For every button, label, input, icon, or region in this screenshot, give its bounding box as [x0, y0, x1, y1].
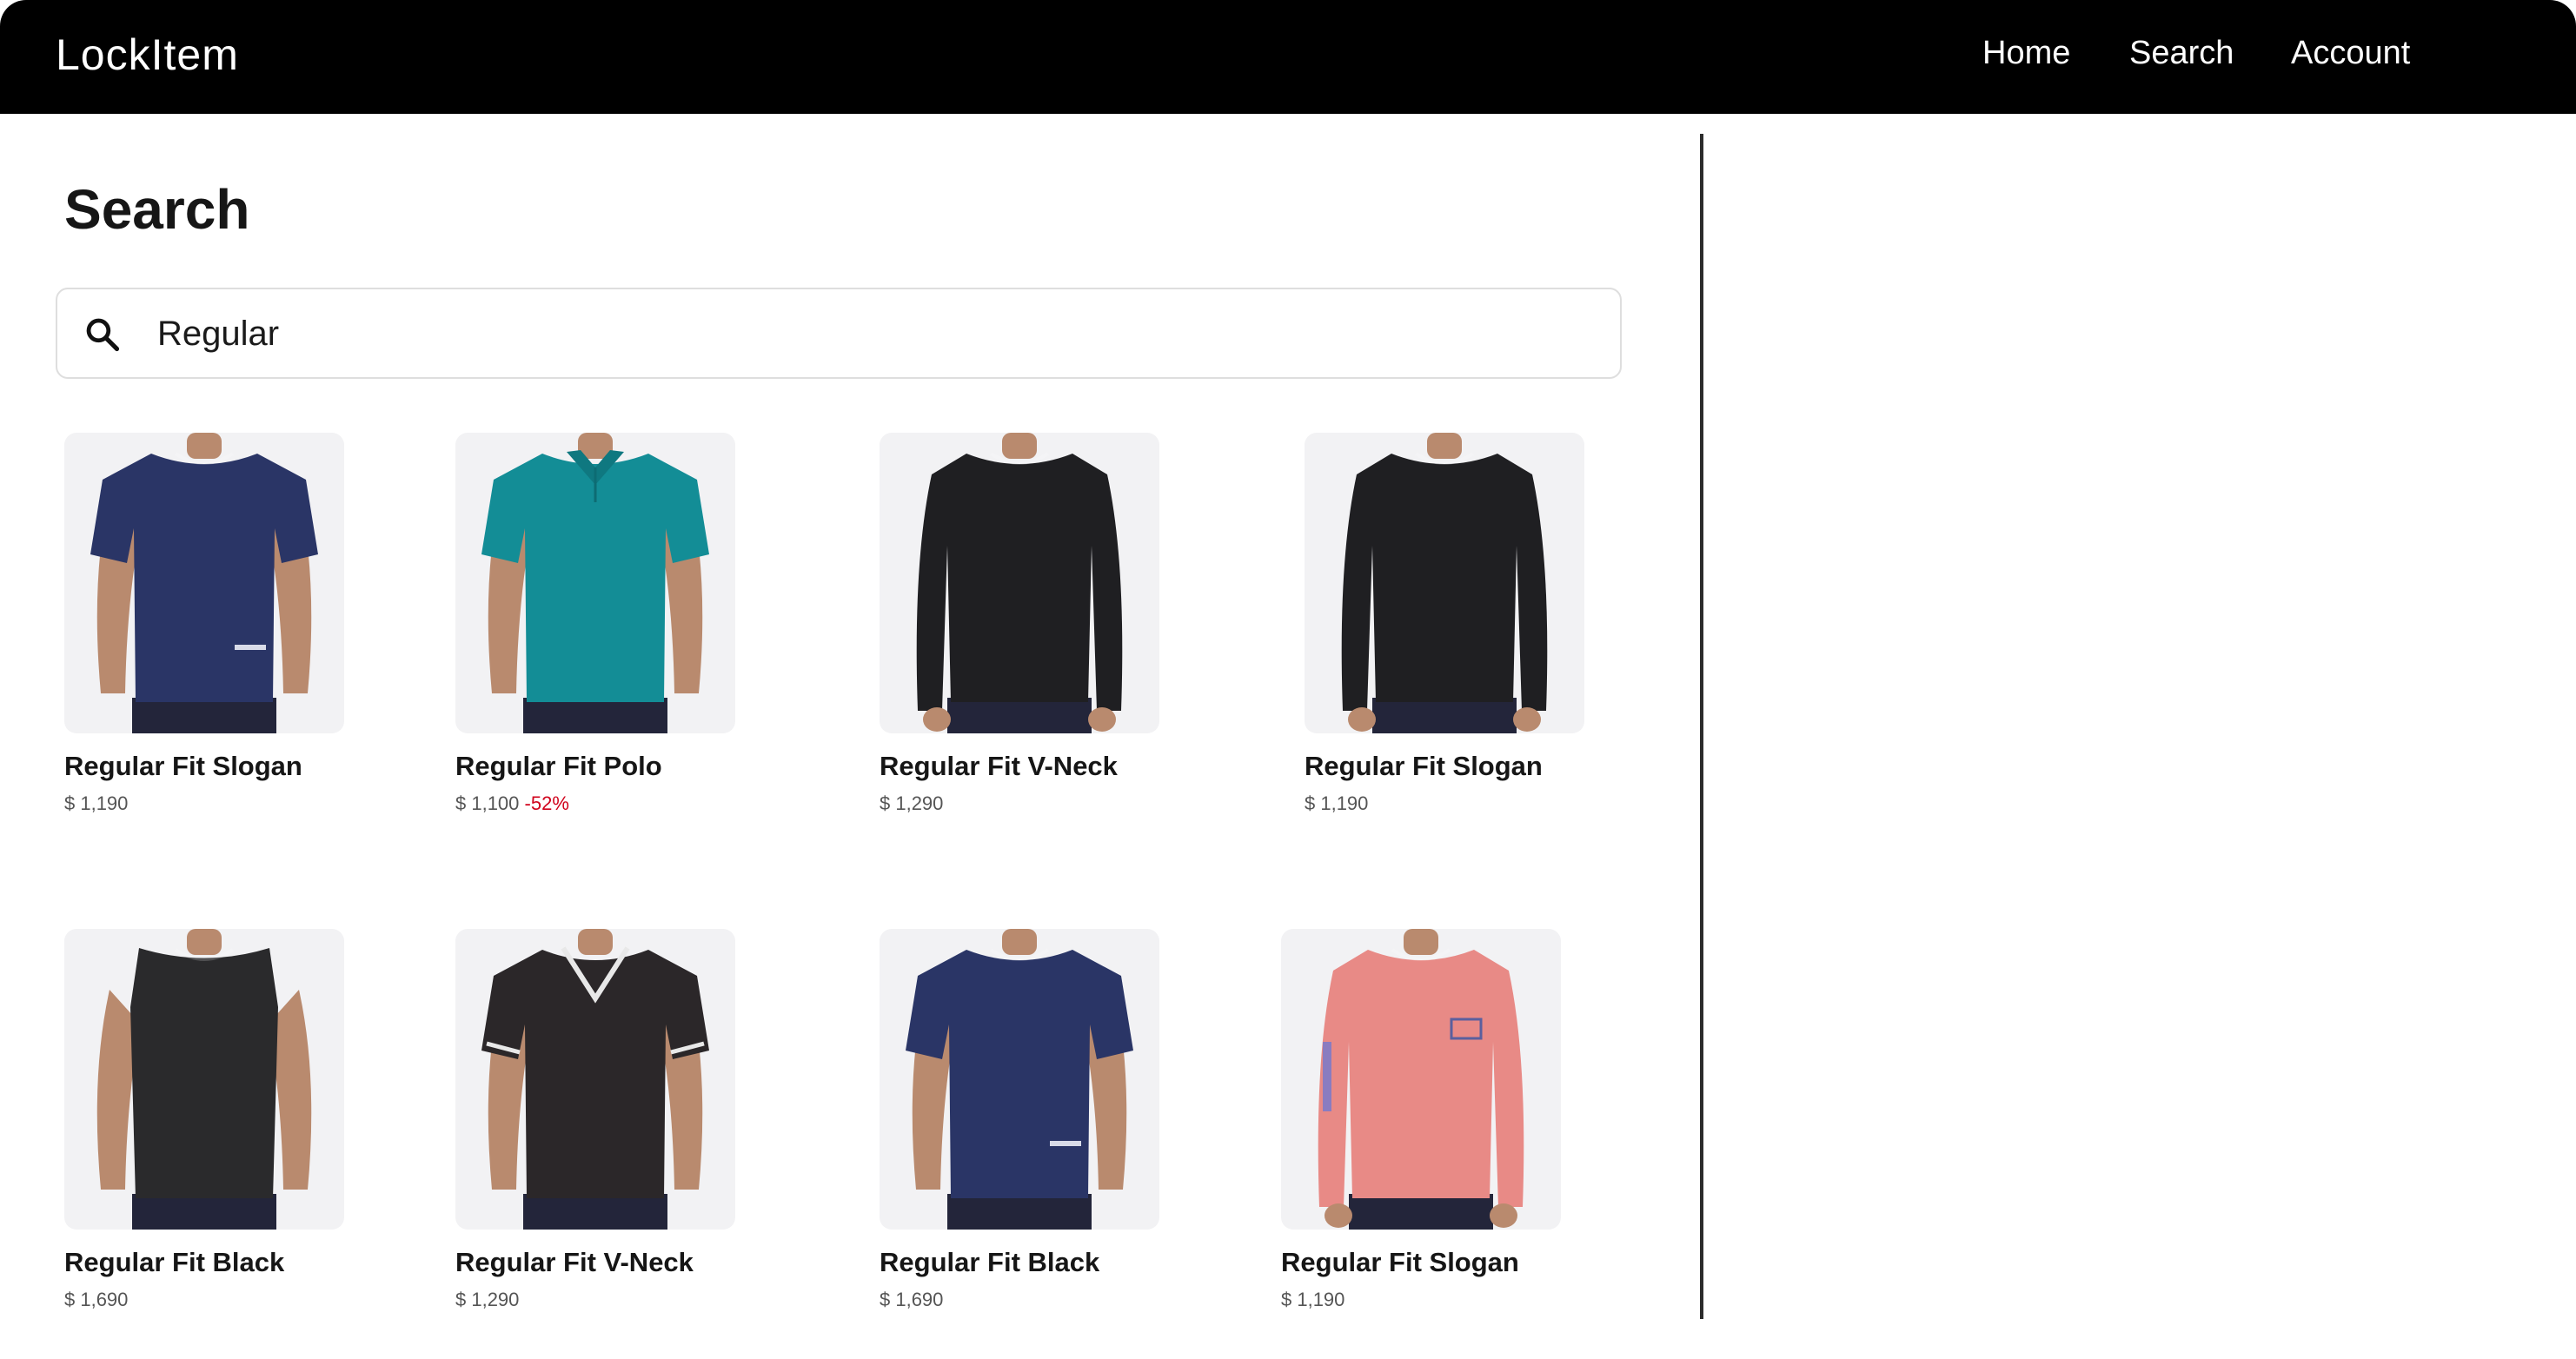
product-name[interactable]: Regular Fit V-Neck [455, 1247, 742, 1278]
product-name[interactable]: Regular Fit Black [64, 1247, 351, 1278]
product-image[interactable] [880, 433, 1159, 733]
product-image[interactable] [1281, 929, 1561, 1230]
product-name[interactable]: Regular Fit Slogan [1305, 751, 1591, 782]
product-price-row: $ 1,190 [1305, 792, 1591, 815]
product-image[interactable] [1305, 433, 1584, 733]
product-price-row: $ 1,190 [64, 792, 351, 815]
product-price: $ 1,290 [455, 1289, 520, 1310]
product-price: $ 1,190 [1281, 1289, 1345, 1310]
product-name[interactable]: Regular Fit Black [880, 1247, 1166, 1278]
product-price-row: $ 1,100 -52% [455, 792, 742, 815]
product-price: $ 1,690 [880, 1289, 944, 1310]
product-price-row: $ 1,290 [455, 1289, 742, 1311]
product-name[interactable]: Regular Fit Slogan [1281, 1247, 1568, 1278]
search-box[interactable] [56, 288, 1622, 379]
product-card[interactable]: Regular Fit Black $ 1,690 [880, 929, 1166, 1311]
product-card[interactable]: Regular Fit Slogan $ 1,190 [1305, 433, 1591, 815]
vertical-divider [1700, 134, 1703, 1319]
product-card[interactable]: Regular Fit Slogan $ 1,190 [1281, 929, 1568, 1311]
product-price: $ 1,190 [64, 792, 129, 814]
product-image[interactable] [64, 929, 344, 1230]
product-name[interactable]: Regular Fit V-Neck [880, 751, 1166, 782]
product-image[interactable] [455, 929, 735, 1230]
product-name[interactable]: Regular Fit Polo [455, 751, 742, 782]
product-name[interactable]: Regular Fit Slogan [64, 751, 351, 782]
product-card[interactable]: Regular Fit Black $ 1,690 [64, 929, 351, 1311]
product-price-row: $ 1,690 [880, 1289, 1166, 1311]
product-price-row: $ 1,290 [880, 792, 1166, 815]
product-card[interactable]: Regular Fit Slogan $ 1,190 [64, 433, 351, 815]
product-price: $ 1,690 [64, 1289, 129, 1310]
product-card[interactable]: Regular Fit Polo $ 1,100 -52% [455, 433, 742, 815]
nav-account-link[interactable]: Account [2291, 35, 2410, 72]
product-price: $ 1,100 [455, 792, 520, 814]
product-card[interactable]: Regular Fit V-Neck $ 1,290 [455, 929, 742, 1311]
page-title: Search [64, 178, 250, 241]
search-icon [86, 318, 120, 352]
brand-logo[interactable]: LockItem [56, 30, 239, 80]
product-image[interactable] [455, 433, 735, 733]
product-price-row: $ 1,690 [64, 1289, 351, 1311]
product-image[interactable] [64, 433, 344, 733]
nav-search-link[interactable]: Search [2129, 35, 2234, 72]
search-input[interactable] [157, 302, 1548, 367]
product-price: $ 1,290 [880, 792, 944, 814]
product-price-row: $ 1,190 [1281, 1289, 1568, 1311]
product-discount: -52% [524, 792, 569, 814]
nav-home-link[interactable]: Home [1982, 35, 2070, 72]
product-price: $ 1,190 [1305, 792, 1369, 814]
product-card[interactable]: Regular Fit V-Neck $ 1,290 [880, 433, 1166, 815]
top-navbar: LockItem Home Search Account [0, 0, 2576, 114]
product-image[interactable] [880, 929, 1159, 1230]
